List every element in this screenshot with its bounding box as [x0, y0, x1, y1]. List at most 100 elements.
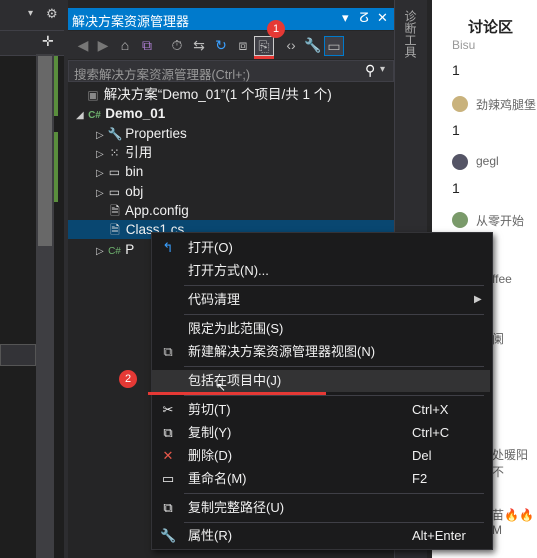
search-icon[interactable]: ⚲: [365, 62, 375, 79]
editor-nav-bar: ✛: [0, 30, 64, 56]
tree-project[interactable]: ◢ C# Demo_01: [76, 104, 165, 123]
scissors-icon: ✂: [162, 402, 174, 417]
refresh-icon[interactable]: ↻: [212, 36, 230, 54]
properties-wrench-icon[interactable]: 🔧: [304, 36, 322, 54]
avatar[interactable]: [452, 212, 468, 228]
forward-icon[interactable]: ▶: [94, 36, 112, 54]
view-code-icon[interactable]: ‹›: [282, 36, 300, 54]
highlight-underline: [254, 56, 274, 59]
annotation-badge-2: 2: [119, 370, 137, 388]
collapsed-arrow-icon[interactable]: ▷: [96, 149, 104, 160]
collapsed-arrow-icon[interactable]: ▷: [96, 168, 104, 179]
menu-item-copy[interactable]: ⧉ 复制(Y) Ctrl+C: [152, 422, 492, 444]
menu-separator: [184, 285, 484, 286]
open-icon: ↰: [162, 240, 174, 255]
comment-user[interactable]: 劲辣鸡腿堡: [476, 96, 536, 113]
split-icon[interactable]: ✛: [42, 33, 54, 50]
discussion-title: 讨论区: [468, 19, 514, 36]
tree-solution[interactable]: ▣ 解决方案“Demo_01”(1 个项目/共 1 个): [86, 85, 331, 104]
tree-item-references[interactable]: ▷ ⁙ 引用: [96, 143, 152, 162]
gear-icon[interactable]: ⚙: [46, 6, 58, 22]
home-icon[interactable]: ⌂: [116, 36, 134, 54]
context-menu: ↰ 打开(O) 打开方式(N)... 代码清理 ▶ 限定为此范围(S) ⧉ 新建…: [151, 232, 493, 550]
panel-title: 解决方案资源管理器: [72, 14, 190, 29]
window-position-icon[interactable]: ▾: [342, 10, 349, 26]
menu-item-properties[interactable]: 🔧 属性(R) Alt+Enter: [152, 525, 492, 547]
folder-icon: ▭: [108, 185, 121, 199]
highlight-underline: [148, 392, 326, 395]
comment-user[interactable]: ffee: [492, 272, 512, 286]
show-all-files-icon[interactable]: ⎘: [254, 36, 274, 56]
comment-text: 1: [452, 62, 460, 78]
config-file-icon: 🗎: [110, 204, 120, 218]
avatar[interactable]: [452, 154, 468, 170]
menu-separator: [184, 493, 484, 494]
comment-user[interactable]: 处暖阳不: [492, 446, 537, 480]
search-options-icon[interactable]: ▾: [380, 64, 385, 75]
references-icon: ⁙: [109, 146, 120, 160]
search-input[interactable]: 搜索解决方案资源管理器(Ctrl+;) ⚲ ▾: [68, 60, 394, 82]
menu-item-cut[interactable]: ✂ 剪切(T) Ctrl+X: [152, 399, 492, 421]
tree-item-properties[interactable]: ▷ 🔧 Properties: [96, 124, 187, 143]
menu-item-delete[interactable]: ✕ 删除(D) Del: [152, 445, 492, 467]
menu-separator: [184, 314, 484, 315]
preview-icon[interactable]: ▭: [324, 36, 344, 56]
menu-item-rename[interactable]: ▭ 重命名(M) F2: [152, 468, 492, 490]
menu-item-copy-full-path[interactable]: ⧉ 复制完整路径(U): [152, 497, 492, 519]
menu-item-open-with[interactable]: 打开方式(N)...: [152, 260, 492, 282]
comment-user[interactable]: 阑: [492, 330, 504, 347]
collapsed-arrow-icon[interactable]: ▷: [96, 246, 104, 257]
close-icon[interactable]: ✕: [377, 10, 388, 26]
diagnostic-tools-label: 诊断工具: [403, 10, 417, 58]
comment-user[interactable]: Bisu: [452, 38, 475, 52]
tree-item-obj[interactable]: ▷ ▭ obj: [96, 182, 143, 201]
solution-icon: ▣: [87, 88, 99, 102]
expanded-arrow-icon[interactable]: ◢: [76, 110, 84, 121]
menu-separator: [184, 366, 484, 367]
collapsed-arrow-icon[interactable]: ▷: [96, 188, 104, 199]
rename-icon: ▭: [161, 471, 175, 486]
tree-item-program[interactable]: ▷ C# P: [96, 240, 134, 259]
tree-item-bin[interactable]: ▷ ▭ bin: [96, 162, 143, 181]
change-marker: [54, 56, 58, 116]
editor-tab-bar: ▾ ⚙: [0, 0, 64, 30]
comment-user[interactable]: gegl: [476, 154, 499, 168]
dropdown-arrow-icon[interactable]: ▾: [28, 8, 33, 19]
back-icon[interactable]: ◀: [74, 36, 92, 54]
wrench-icon: 🔧: [107, 127, 123, 141]
menu-item-scope-to-this[interactable]: 限定为此范围(S): [152, 318, 492, 340]
pin-icon[interactable]: ⵒ: [359, 10, 369, 26]
menu-item-code-cleanup[interactable]: 代码清理 ▶: [152, 289, 492, 311]
copy-icon: ⧉: [163, 425, 173, 440]
pending-changes-icon[interactable]: ⏱: [168, 36, 186, 54]
wrench-icon: 🔧: [160, 528, 177, 543]
menu-item-new-view[interactable]: ⧉ 新建解决方案资源管理器视图(N): [152, 341, 492, 363]
csharp-project-icon: C#: [88, 110, 101, 121]
solution-explorer-toolbar: ◀ ▶ ⌂ ⧉ ⏱ ⇆ ↻ ⧈ ⎘ ‹› 🔧 ▭: [68, 31, 394, 59]
editor-input-box[interactable]: [0, 344, 36, 366]
comment-user[interactable]: 苗🔥🔥M: [492, 506, 537, 537]
tree-item-app-config[interactable]: 🗎 App.config: [108, 201, 189, 220]
menu-item-include-in-project[interactable]: 包括在项目中(J) ↖: [152, 370, 490, 394]
file-icon: 🗎: [110, 223, 120, 237]
solution-explorer-titlebar: 解决方案资源管理器 ▾ ⵒ ✕: [68, 8, 394, 30]
delete-x-icon: ✕: [162, 448, 174, 463]
collapse-all-icon[interactable]: ⧈: [234, 36, 252, 54]
comment-text: 1: [452, 122, 460, 138]
menu-separator: [184, 522, 484, 523]
annotation-badge-1: 1: [267, 20, 285, 38]
search-placeholder: 搜索解决方案资源管理器(Ctrl+;): [74, 68, 251, 82]
csharp-file-icon: C#: [108, 246, 121, 257]
comment-text: 1: [452, 180, 460, 196]
folder-icon: ▭: [108, 165, 121, 179]
collapsed-arrow-icon[interactable]: ▷: [96, 130, 104, 141]
switch-views-icon[interactable]: ⧉: [138, 36, 156, 54]
sync-icon[interactable]: ⇆: [190, 36, 208, 54]
menu-separator: [184, 395, 484, 396]
comment-user[interactable]: 从零开始: [476, 212, 524, 229]
new-view-icon: ⧉: [163, 344, 173, 359]
scrollbar-thumb[interactable]: [38, 56, 52, 246]
submenu-arrow-icon: ▶: [474, 294, 482, 305]
menu-item-open[interactable]: ↰ 打开(O): [152, 237, 492, 259]
avatar[interactable]: [452, 96, 468, 112]
